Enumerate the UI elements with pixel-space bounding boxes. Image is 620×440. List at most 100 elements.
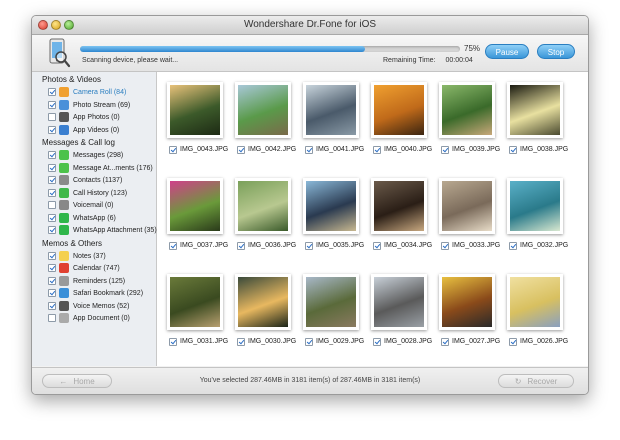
photo-thumbnail[interactable] (371, 274, 427, 330)
sidebar-item-checkbox[interactable] (48, 301, 56, 310)
sidebar-item[interactable]: App Videos (0) (48, 124, 156, 136)
photo-checkbox[interactable] (305, 242, 313, 250)
photo-thumbnail[interactable] (167, 274, 223, 330)
sidebar-item-checkbox[interactable] (48, 289, 56, 297)
sidebar-item-checkbox[interactable] (48, 151, 56, 159)
sidebar-item-checkbox[interactable] (48, 276, 56, 285)
photo-checkbox[interactable] (373, 242, 381, 250)
sidebar-item[interactable]: WhatsApp (6) (48, 212, 156, 224)
photo-thumbnail[interactable] (439, 82, 495, 138)
call-history-icon (59, 187, 69, 198)
photo-checkbox[interactable] (509, 242, 517, 250)
photo-checkbox[interactable] (441, 242, 449, 250)
photo-image (170, 277, 220, 327)
sidebar-item[interactable]: WhatsApp Attachment (35) (48, 225, 157, 236)
sidebar-item-label: Photo Stream (69) (73, 101, 131, 109)
photo-thumbnail[interactable] (507, 274, 563, 330)
photo-thumbnail[interactable] (167, 178, 223, 234)
photo-filename: IMG_0042.JPG (248, 146, 297, 153)
photo-filename: IMG_0036.JPG (248, 242, 297, 249)
photo-thumbnail[interactable] (439, 178, 495, 234)
photo-filename: IMG_0031.JPG (180, 338, 229, 345)
message-attachments-icon (59, 162, 69, 173)
photo-filename: IMG_0040.JPG (384, 146, 433, 153)
sidebar-item-checkbox[interactable] (48, 125, 56, 134)
app-videos-icon (59, 124, 69, 135)
photo-checkbox[interactable] (237, 338, 245, 346)
sidebar-item-label: Voicemail (0) (73, 202, 114, 209)
sidebar-item[interactable]: Voicemail (0) (48, 200, 156, 211)
photo-image (442, 277, 492, 327)
photo-checkbox[interactable] (509, 146, 517, 154)
photo-thumbnail[interactable] (439, 274, 495, 330)
app-document-icon (59, 313, 69, 323)
photo-checkbox[interactable] (373, 338, 381, 346)
sidebar-item[interactable]: Calendar (747) (48, 263, 156, 274)
contacts-icon (59, 175, 69, 185)
photo-thumbnail[interactable] (371, 178, 427, 234)
sidebar-item-checkbox[interactable] (48, 188, 56, 197)
photo-checkbox[interactable] (305, 146, 313, 154)
photo-filename: IMG_0034.JPG (384, 242, 433, 249)
photo-thumbnail[interactable] (303, 274, 359, 330)
stop-button[interactable]: Stop (537, 44, 575, 59)
photo-image (306, 277, 356, 327)
photo-image (374, 181, 424, 231)
recover-button[interactable]: ↻ Recover (498, 374, 574, 388)
footer-bar: ← Home You've selected 287.46MB in 3181 i… (32, 367, 588, 394)
sidebar-item-checkbox[interactable] (48, 176, 56, 184)
photo-thumbnail[interactable] (235, 82, 291, 138)
sidebar-item[interactable]: Photo Stream (69) (48, 99, 156, 111)
sidebar-item[interactable]: App Photos (0) (48, 112, 156, 123)
sidebar-item-checkbox[interactable] (48, 314, 56, 322)
photo-filename: IMG_0041.JPG (316, 146, 365, 153)
photo-thumbnail[interactable] (303, 178, 359, 234)
sidebar-item-checkbox[interactable] (48, 201, 56, 209)
photo-caption: IMG_0026.JPG (509, 337, 588, 347)
photo-checkbox[interactable] (441, 146, 449, 154)
sidebar-item[interactable]: App Document (0) (48, 313, 156, 324)
sidebar-item-checkbox[interactable] (48, 100, 56, 109)
scan-toolbar: 75% Scanning device, please wait... Rema… (32, 35, 588, 72)
sidebar-item[interactable]: Contacts (1137) (48, 175, 156, 186)
photo-thumbnail[interactable] (507, 178, 563, 234)
sidebar-item-label: App Videos (0) (73, 126, 120, 134)
sidebar-item[interactable]: Voice Memos (52) (48, 300, 156, 312)
sidebar-item-checkbox[interactable] (48, 163, 56, 172)
sidebar-item-checkbox[interactable] (48, 113, 56, 121)
sidebar-item-checkbox[interactable] (48, 213, 56, 222)
sidebar-item-label: Voice Memos (52) (73, 302, 130, 310)
photo-filename: IMG_0030.JPG (248, 338, 297, 345)
photo-thumbnail[interactable] (371, 82, 427, 138)
photo-checkbox[interactable] (237, 146, 245, 154)
sidebar-item[interactable]: Messages (298) (48, 150, 156, 161)
photo-checkbox[interactable] (169, 242, 177, 250)
photo-checkbox[interactable] (305, 338, 313, 346)
sidebar-item-checkbox[interactable] (48, 226, 56, 234)
pause-button[interactable]: Pause (485, 44, 529, 59)
photo-thumbnail[interactable] (303, 82, 359, 138)
photo-checkbox[interactable] (373, 146, 381, 154)
photo-thumbnail[interactable] (507, 82, 563, 138)
sidebar-item-checkbox[interactable] (48, 88, 56, 96)
photo-checkbox[interactable] (509, 338, 517, 346)
sidebar-item-label: Call History (123) (73, 189, 128, 197)
sidebar-item[interactable]: Notes (37) (48, 250, 156, 262)
sidebar-item[interactable]: Call History (123) (48, 187, 156, 199)
photo-thumbnail[interactable] (235, 178, 291, 234)
sidebar-item-checkbox[interactable] (48, 264, 56, 272)
sidebar-item[interactable]: Reminders (125) (48, 275, 156, 287)
photo-checkbox[interactable] (441, 338, 449, 346)
sidebar-item[interactable]: Camera Roll (84) (48, 87, 156, 98)
app-photos-icon (59, 112, 69, 122)
photo-checkbox[interactable] (237, 242, 245, 250)
photo-checkbox[interactable] (169, 338, 177, 346)
sidebar-item[interactable]: Safari Bookmark (292) (48, 288, 156, 299)
sidebar-item-label: Camera Roll (84) (73, 89, 127, 96)
sidebar-item[interactable]: Message At...ments (176) (48, 162, 156, 174)
photo-checkbox[interactable] (169, 146, 177, 154)
sidebar-item-checkbox[interactable] (48, 251, 56, 260)
photo-thumbnail[interactable] (235, 274, 291, 330)
photo-thumbnail[interactable] (167, 82, 223, 138)
recover-icon: ↻ (514, 377, 522, 386)
